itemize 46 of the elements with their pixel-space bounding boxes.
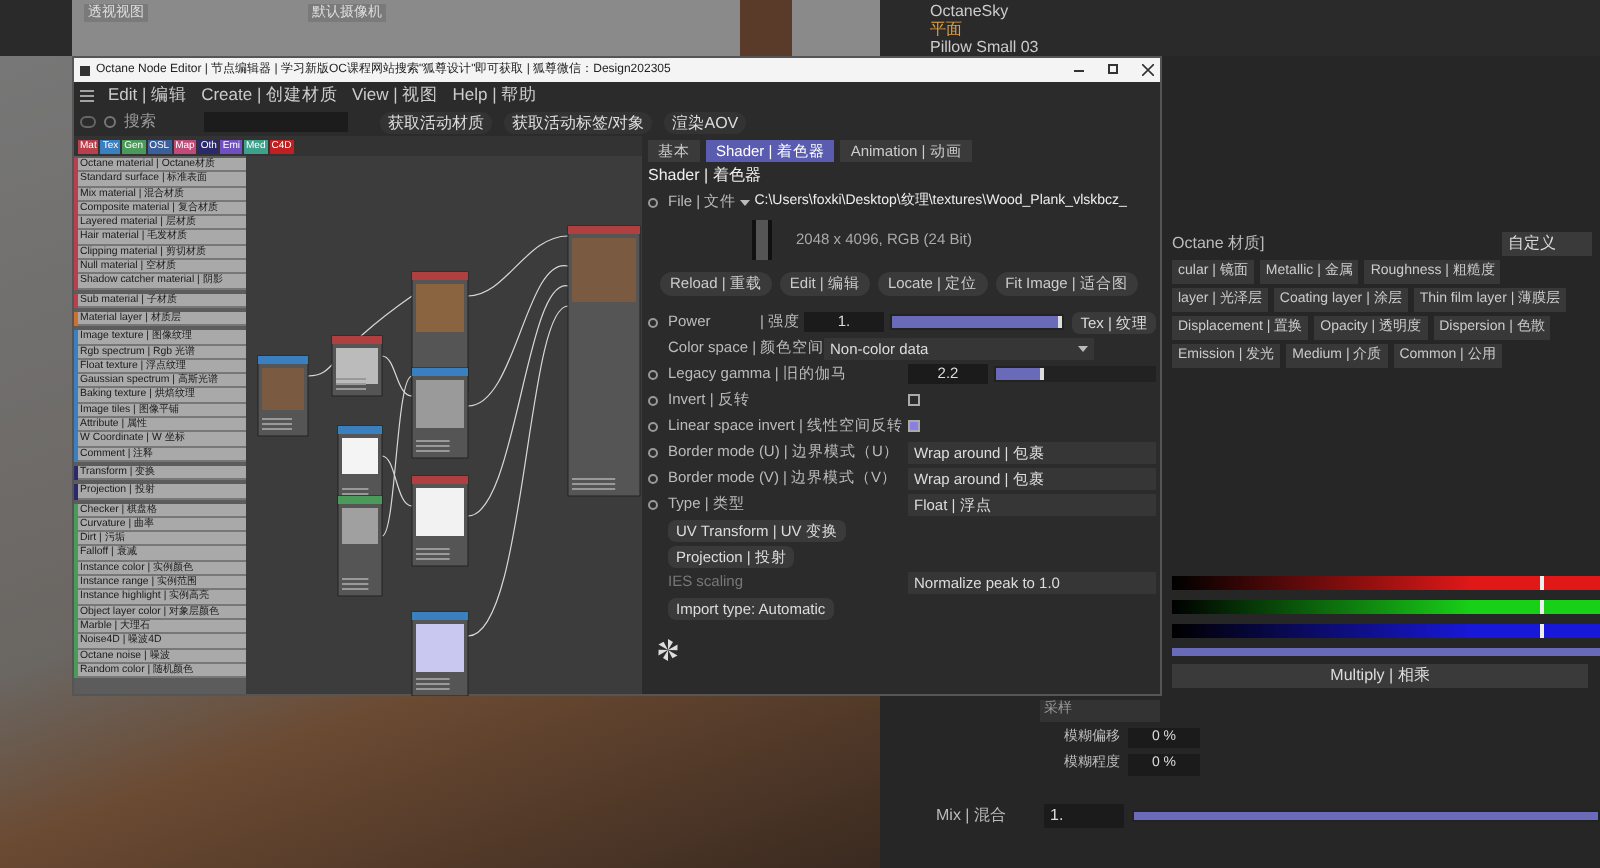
menu-item[interactable]: Help | 帮助 bbox=[452, 82, 538, 108]
toolbar-button[interactable]: 渲染AOV bbox=[664, 111, 747, 133]
caret-icon bbox=[740, 199, 751, 205]
menu-item[interactable]: View | 视图 bbox=[352, 82, 439, 108]
object-list-item[interactable]: 平面 bbox=[930, 19, 1600, 37]
slider-handle[interactable] bbox=[1540, 624, 1545, 638]
shader-node[interactable] bbox=[331, 335, 383, 397]
shader-node[interactable] bbox=[337, 495, 383, 597]
object-list-item[interactable]: OctaneSky bbox=[930, 1, 1600, 19]
node-canvas[interactable] bbox=[246, 156, 642, 694]
color-slider-track[interactable] bbox=[1172, 600, 1600, 614]
blend-mode-dropdown[interactable]: Multiply | 相乘 bbox=[1172, 664, 1588, 688]
shader-node[interactable] bbox=[411, 475, 469, 567]
slider-handle[interactable] bbox=[1540, 600, 1545, 614]
shader-node[interactable] bbox=[411, 611, 469, 696]
material-title: Octane 材质] bbox=[1172, 232, 1265, 256]
minimize-icon[interactable] bbox=[1074, 69, 1084, 71]
toolbar-panel bbox=[0, 0, 72, 56]
menu-icon[interactable] bbox=[80, 89, 94, 101]
color-slider-track[interactable] bbox=[1172, 624, 1600, 638]
texture-thumbnail bbox=[752, 220, 772, 260]
search-icon bbox=[104, 116, 116, 128]
menu-item[interactable]: Edit | 编辑 bbox=[108, 82, 188, 108]
caret-icon bbox=[1078, 345, 1088, 351]
parameter-label: Mix | 混合 bbox=[936, 803, 1008, 827]
material-thumbnail[interactable] bbox=[740, 0, 792, 56]
preset-dropdown[interactable]: 自定义 bbox=[1502, 232, 1592, 256]
section-heading: Shader | 着色器 bbox=[648, 164, 763, 188]
close-icon[interactable] bbox=[1142, 64, 1154, 76]
menu-item[interactable]: Create | 创建材质 bbox=[201, 82, 339, 108]
toolbar-button[interactable]: 获取活动材质 bbox=[380, 111, 492, 133]
shader-node[interactable] bbox=[257, 355, 309, 437]
color-slider-track[interactable] bbox=[1172, 576, 1600, 590]
slider-handle[interactable] bbox=[1540, 576, 1545, 590]
object-list-item[interactable]: Pillow Small 03 bbox=[930, 37, 1600, 55]
toolbar-button[interactable]: 获取活动标签/对象 bbox=[504, 111, 653, 133]
checkbox[interactable] bbox=[908, 394, 920, 406]
octane-logo-icon bbox=[656, 638, 680, 662]
search-field[interactable]: 搜索 bbox=[124, 110, 196, 134]
app-icon bbox=[80, 65, 90, 75]
value-field[interactable]: 1. bbox=[1044, 803, 1124, 827]
shader-node[interactable] bbox=[567, 225, 641, 497]
shader-node[interactable] bbox=[411, 367, 469, 459]
slider-track[interactable] bbox=[994, 366, 1156, 382]
checkbox[interactable] bbox=[908, 420, 920, 432]
maximize-icon[interactable] bbox=[1108, 64, 1118, 74]
